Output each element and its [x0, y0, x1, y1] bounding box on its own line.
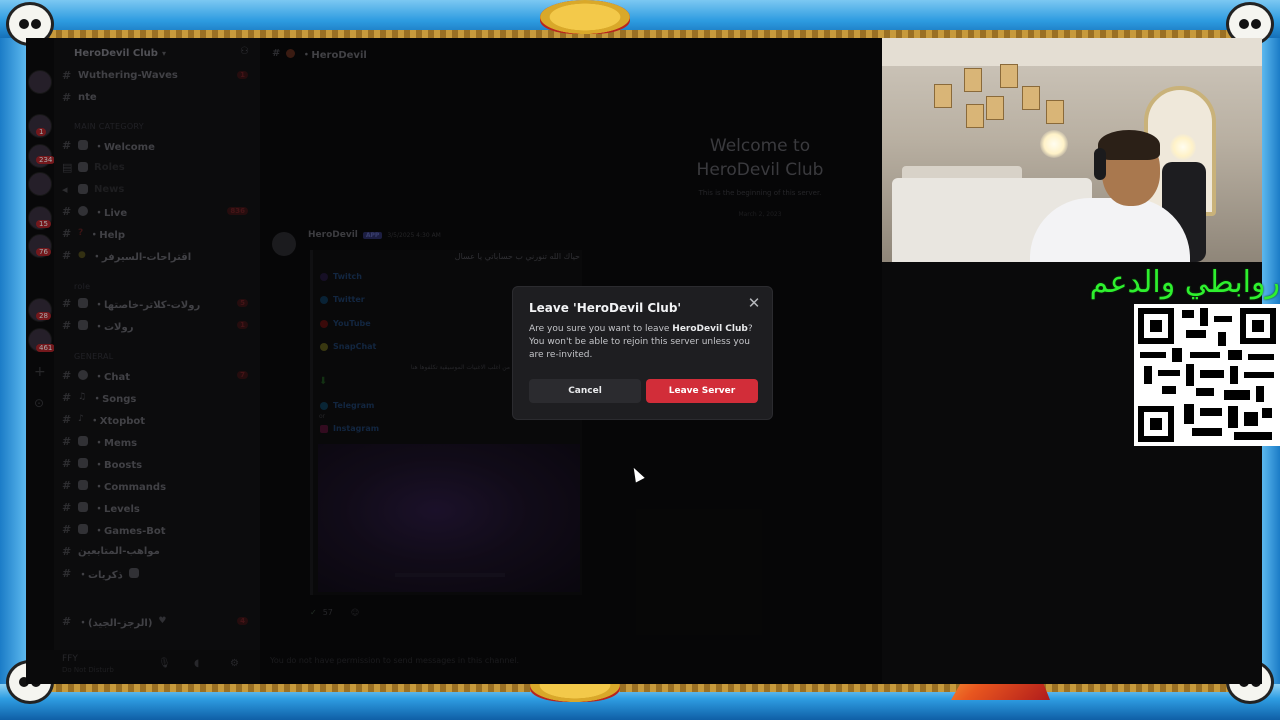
leave-server-button[interactable]: Leave Server: [646, 379, 758, 403]
dialog-body-server: HeroDevil Club: [672, 324, 748, 334]
rope-border-bottom: [26, 684, 1262, 692]
streamer-hair: [1098, 130, 1160, 160]
leave-server-dialog: Leave 'HeroDevil Club' ✕ Are you sure yo…: [512, 286, 773, 420]
headset: [1094, 148, 1106, 180]
lamp-glow: [1170, 134, 1196, 160]
lamp-glow: [1040, 130, 1068, 158]
qr-finder: [1138, 406, 1174, 442]
poster: [1022, 86, 1040, 110]
qr-finder: [1240, 308, 1276, 344]
dialog-title: Leave 'HeroDevil Club': [529, 301, 682, 315]
webcam-ceiling: [882, 38, 1262, 66]
dialog-body-pre: Are you sure you want to leave: [529, 324, 673, 334]
qr-finder: [1138, 308, 1174, 344]
dialog-body: Are you sure you want to leave HeroDevil…: [529, 323, 761, 362]
qr-code: [1134, 304, 1280, 446]
links-support-label: روابطي والدعم: [1089, 265, 1280, 300]
cancel-button[interactable]: Cancel: [529, 379, 641, 403]
poster: [966, 104, 984, 128]
poster: [964, 68, 982, 92]
straw-hat-icon: [540, 0, 630, 34]
poster: [1000, 64, 1018, 88]
webcam-feed: [882, 38, 1262, 262]
poster: [986, 96, 1004, 120]
close-icon[interactable]: ✕: [746, 295, 762, 311]
poster: [934, 84, 952, 108]
stream-frame-left: [0, 38, 26, 684]
rope-border-top: [26, 30, 1262, 38]
poster: [1046, 100, 1064, 124]
